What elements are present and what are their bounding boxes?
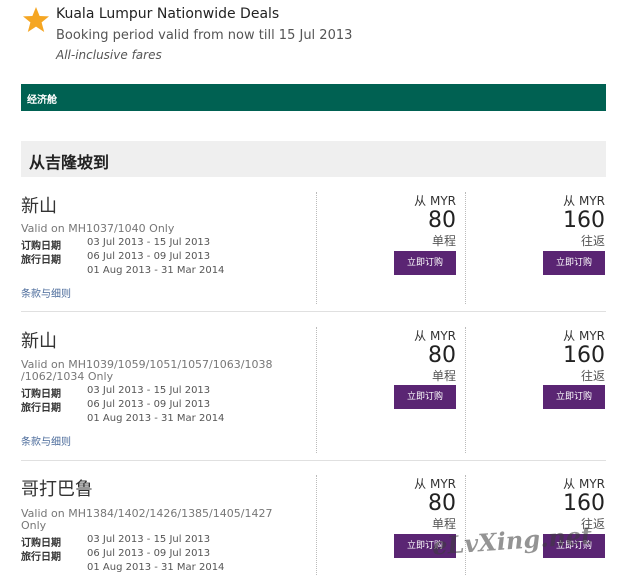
- trip-type: 往返: [580, 369, 605, 383]
- purchase-dates-label: 订购日期: [21, 538, 61, 549]
- trip-type: 单程: [431, 369, 456, 383]
- fare-from-label: 从 MYR: [414, 194, 456, 208]
- travel-dates-value: 06 Jul 2013 - 09 Jul 2013: [87, 548, 211, 559]
- row-divider: [21, 311, 606, 312]
- column-divider: [316, 475, 317, 575]
- fare-amount: 80: [428, 208, 456, 233]
- column-divider: [316, 327, 317, 453]
- oneway-fare: 从 MYR 80 单程: [392, 475, 456, 532]
- purchase-dates-label: 订购日期: [21, 241, 61, 252]
- travel-dates-value-2: 01 Aug 2013 - 31 Mar 2014: [87, 265, 225, 276]
- travel-dates-value-2: 01 Aug 2013 - 31 Mar 2014: [87, 413, 225, 424]
- terms-link[interactable]: 条款与细则: [21, 433, 71, 448]
- deal-row: 新山 Valid on MH1039/1059/1051/1057/1063/1…: [21, 327, 606, 461]
- deal-header: Kuala Lumpur Nationwide Deals Booking pe…: [0, 0, 624, 75]
- column-divider: [465, 192, 466, 304]
- row-divider: [21, 460, 606, 461]
- column-divider: [465, 475, 466, 575]
- fare-amount: 160: [563, 491, 605, 516]
- star-icon: [23, 7, 49, 32]
- travel-dates-label: 旅行日期: [21, 255, 61, 266]
- fare-from-label: 从 MYR: [414, 477, 456, 491]
- destination-name: 新山: [21, 331, 57, 352]
- fare-from-label: 从 MYR: [414, 329, 456, 343]
- travel-dates-value-2: 01 Aug 2013 - 31 Mar 2014: [87, 562, 225, 573]
- fare-note: All-inclusive fares: [56, 48, 162, 62]
- fare-amount: 80: [428, 343, 456, 368]
- cabin-class-label: 经济舱: [27, 95, 57, 106]
- return-fare: 从 MYR 160 往返: [541, 327, 605, 384]
- oneway-fare: 从 MYR 80 单程: [392, 192, 456, 249]
- fare-amount: 160: [563, 343, 605, 368]
- trip-type: 单程: [431, 517, 456, 531]
- column-divider: [316, 192, 317, 304]
- destination-name: 哥打巴鲁: [21, 479, 93, 500]
- book-now-button[interactable]: 立即订购: [394, 251, 456, 275]
- fare-from-label: 从 MYR: [563, 477, 605, 491]
- travel-dates-label: 旅行日期: [21, 552, 61, 563]
- travel-dates-value: 06 Jul 2013 - 09 Jul 2013: [87, 399, 211, 410]
- fare-from-label: 从 MYR: [563, 194, 605, 208]
- purchase-dates-value: 03 Jul 2013 - 15 Jul 2013: [87, 385, 211, 396]
- valid-flights: Valid on MH1039/1059/1051/1057/1063/1038…: [21, 358, 273, 383]
- section-title: 从吉隆坡到: [29, 153, 110, 172]
- deal-title: Kuala Lumpur Nationwide Deals: [56, 6, 280, 22]
- trip-type: 往返: [580, 234, 605, 248]
- purchase-dates-value: 03 Jul 2013 - 15 Jul 2013: [87, 237, 211, 248]
- fare-amount: 160: [563, 208, 605, 233]
- purchase-dates-value: 03 Jul 2013 - 15 Jul 2013: [87, 534, 211, 545]
- travel-dates-label: 旅行日期: [21, 403, 61, 414]
- trip-type: 单程: [431, 234, 456, 248]
- destination-name: 新山: [21, 196, 57, 217]
- purchase-dates-label: 订购日期: [21, 389, 61, 400]
- book-now-button[interactable]: 立即订购: [543, 385, 605, 409]
- return-fare: 从 MYR 160 往返: [541, 192, 605, 249]
- cabin-class-bar: 经济舱: [21, 84, 606, 111]
- booking-period: Booking period valid from now till 15 Ju…: [56, 28, 353, 43]
- book-now-button[interactable]: 立即订购: [543, 251, 605, 275]
- section-header: 从吉隆坡到: [21, 141, 606, 177]
- terms-link[interactable]: 条款与细则: [21, 285, 71, 300]
- valid-flights: Valid on MH1037/1040 Only: [21, 222, 175, 235]
- book-now-button[interactable]: 立即订购: [394, 385, 456, 409]
- valid-flights: Valid on MH1384/1402/1426/1385/1405/1427…: [21, 507, 273, 532]
- fare-from-label: 从 MYR: [563, 329, 605, 343]
- travel-dates-value: 06 Jul 2013 - 09 Jul 2013: [87, 251, 211, 262]
- oneway-fare: 从 MYR 80 单程: [392, 327, 456, 384]
- column-divider: [465, 327, 466, 453]
- deal-row: 新山 Valid on MH1037/1040 Only 订购日期 03 Jul…: [21, 192, 606, 312]
- fare-amount: 80: [428, 491, 456, 516]
